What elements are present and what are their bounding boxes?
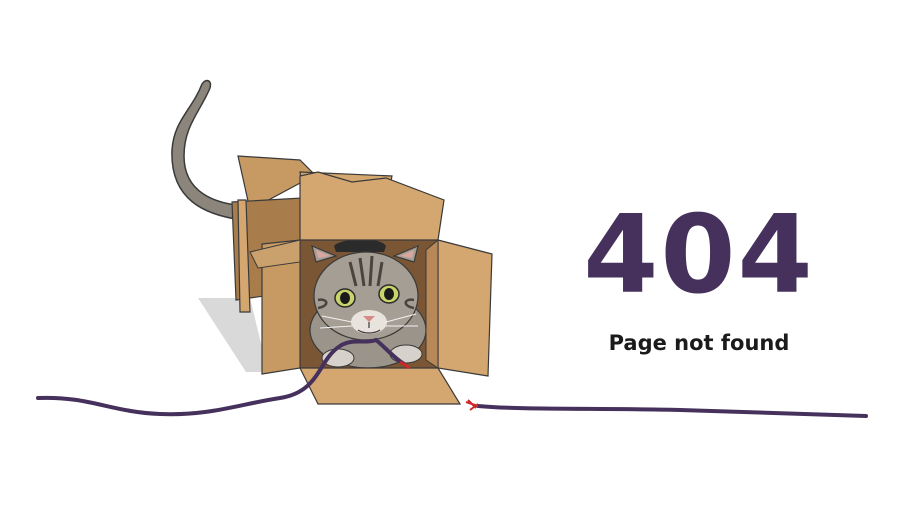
cat-icon	[309, 239, 427, 369]
cat-tail-icon	[171, 79, 247, 221]
error-code-heading: 404	[583, 193, 815, 318]
box-shadow	[198, 298, 268, 372]
error-message: Page not found	[608, 331, 790, 355]
error-page: 404 Page not found	[0, 0, 900, 508]
